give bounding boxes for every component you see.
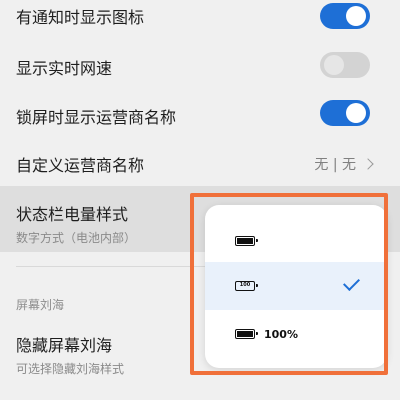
realtime-speed-toggle[interactable] — [320, 52, 370, 78]
chevron-right-icon — [362, 158, 374, 170]
custom-carrier-value[interactable]: 无 | 无 — [314, 154, 374, 174]
toggle-knob — [324, 55, 344, 75]
toggle-knob — [346, 6, 366, 26]
lock-carrier-toggle[interactable] — [320, 100, 370, 126]
custom-carrier-value-text: 无 | 无 — [314, 157, 356, 173]
notify-icon-toggle[interactable] — [320, 3, 370, 29]
highlight-frame — [190, 193, 388, 375]
toggle-knob — [346, 103, 366, 123]
